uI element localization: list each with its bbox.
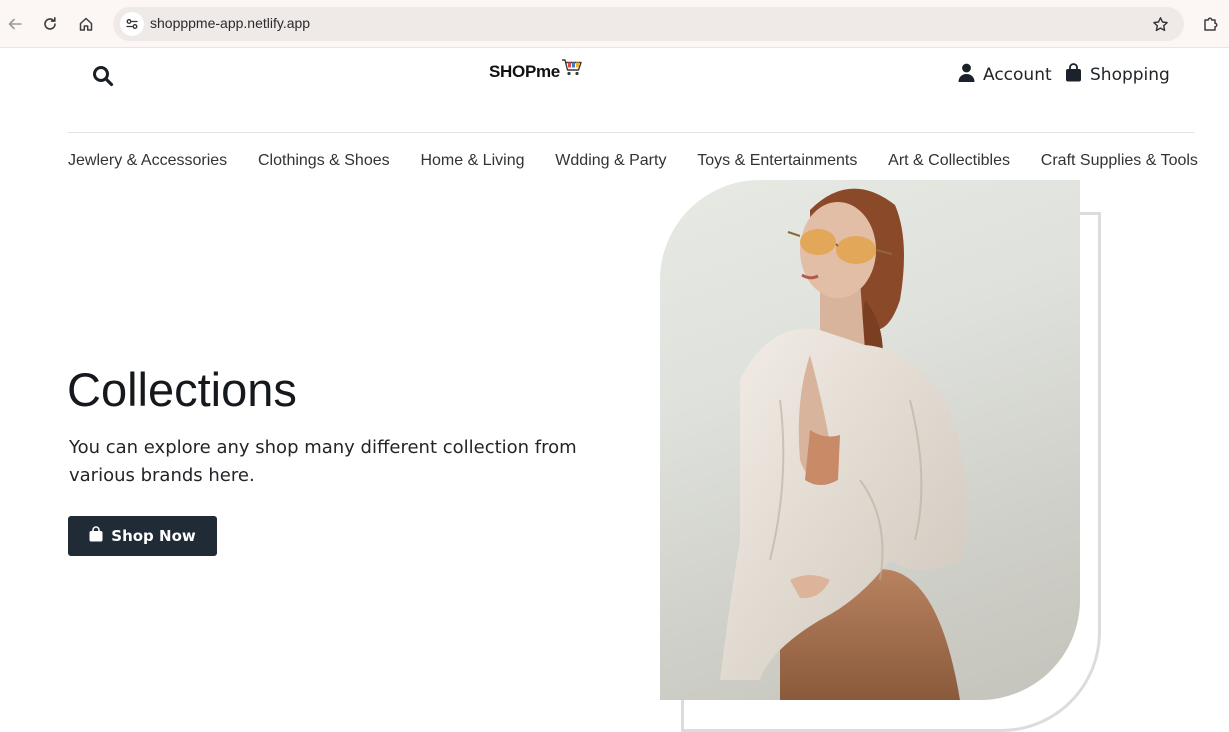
bookmark-star-icon[interactable] <box>1150 14 1170 34</box>
category-wedding-party[interactable]: Wdding & Party <box>555 152 666 170</box>
hero-description: You can explore any shop many different … <box>69 437 577 486</box>
shop-now-label: Shop Now <box>111 527 196 545</box>
category-home-living[interactable]: Home & Living <box>420 152 524 170</box>
search-icon[interactable] <box>91 64 115 88</box>
logo-text: SHOPme <box>489 62 560 81</box>
category-clothing[interactable]: Clothings & Shoes <box>258 152 390 170</box>
hero-model-image <box>660 180 1080 700</box>
shop-now-button[interactable]: Shop Now <box>68 516 217 556</box>
home-icon[interactable] <box>74 12 98 36</box>
shopping-link[interactable]: Shopping <box>1065 63 1170 86</box>
category-craft-supplies[interactable]: Craft Supplies & Tools <box>1041 152 1198 170</box>
header-divider <box>68 132 1194 133</box>
back-arrow-icon[interactable] <box>3 12 27 36</box>
shopping-label: Shopping <box>1090 64 1170 85</box>
site-logo[interactable]: SHOPme <box>489 59 583 82</box>
category-jewelry[interactable]: Jewlery & Accessories <box>68 152 227 170</box>
category-art[interactable]: Art & Collectibles <box>888 152 1010 170</box>
account-label: Account <box>983 64 1052 85</box>
shopping-bag-icon <box>89 526 103 546</box>
url-text[interactable]: shopppme-app.netlify.app <box>150 15 310 31</box>
user-icon <box>958 63 975 86</box>
category-toys[interactable]: Toys & Entertainments <box>697 152 857 170</box>
shopping-bag-icon <box>1065 63 1082 86</box>
address-bar[interactable]: shopppme-app.netlify.app <box>113 7 1184 41</box>
hero-title: Collections <box>67 363 297 416</box>
category-nav: Jewlery & Accessories Clothings & Shoes … <box>68 152 1198 170</box>
site-settings-icon[interactable] <box>120 12 144 36</box>
account-link[interactable]: Account <box>958 63 1052 86</box>
reload-icon[interactable] <box>38 12 62 36</box>
cart-logo-icon <box>561 57 583 81</box>
extensions-puzzle-icon[interactable] <box>1199 12 1223 36</box>
browser-toolbar: shopppme-app.netlify.app <box>0 0 1229 48</box>
